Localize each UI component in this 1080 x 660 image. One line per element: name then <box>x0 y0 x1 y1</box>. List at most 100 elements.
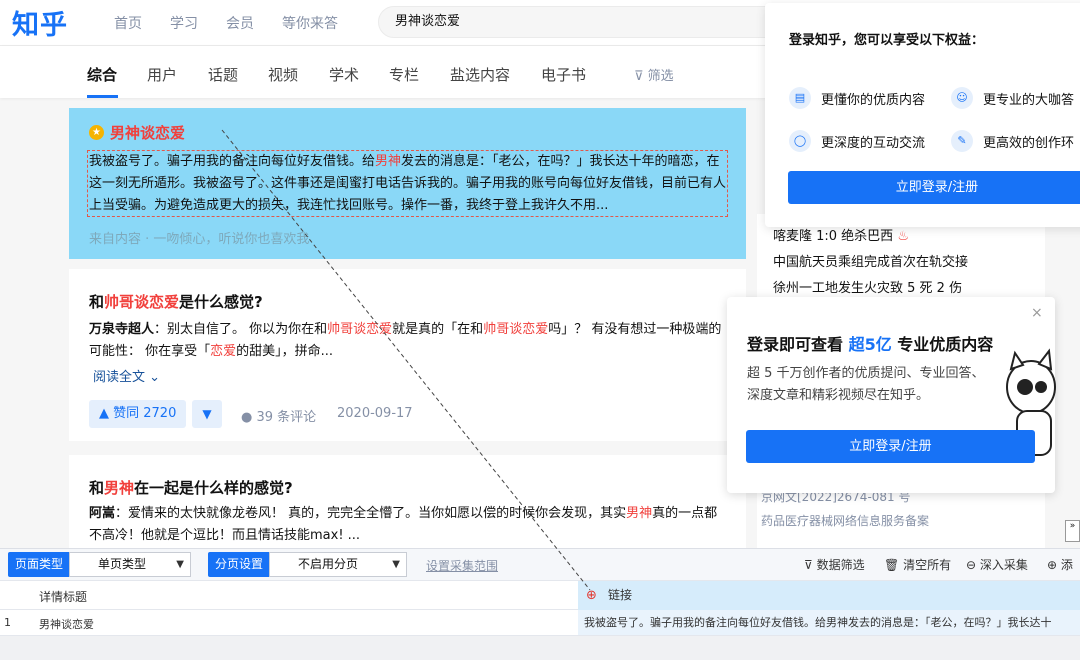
upvote-button[interactable]: ▲ 赞同 2720 <box>89 400 187 428</box>
filter-label: 筛选 <box>647 69 674 84</box>
page-type-value: 单页类型 <box>98 557 147 571</box>
question-title[interactable]: 和男神在一起是什么样的感觉? <box>89 477 293 498</box>
read-more-link[interactable]: 阅读全文 ⌄ <box>93 366 160 385</box>
tab-users[interactable]: 用户 <box>147 64 177 85</box>
question-title[interactable]: 和帅哥谈恋爱是什么感觉? <box>89 291 263 312</box>
funnel-icon: ⊽ <box>634 69 648 84</box>
benefit-label: 更专业的大咖答 <box>983 92 1075 108</box>
column-header-link[interactable]: ⊕ 链接 <box>578 581 1080 610</box>
comment-link[interactable]: ● 39 条评论 <box>241 406 316 425</box>
grid-empty-area <box>0 636 1080 660</box>
excerpt-text: 我被盗号了。骗子用我的备注向每位好友借钱。给 <box>89 154 376 169</box>
license-text[interactable]: 药品医疗器械网络信息服务备案 <box>761 512 929 529</box>
title-keyword: 帅哥谈恋爱 <box>104 293 180 311</box>
edit-icon: ✎ <box>951 130 973 152</box>
collector-toolbar: 页面类型 单页类型 ▼ 分页设置 不启用分页 ▼ 设置采集范围 ⊽ 数据筛选 🗑 清… <box>0 548 1080 580</box>
fire-icon: ♨ <box>897 229 909 244</box>
login-register-button[interactable]: 立即登录/注册 <box>788 171 1080 204</box>
tab-videos[interactable]: 视频 <box>268 64 298 85</box>
tab-ebooks[interactable]: 电子书 <box>541 64 586 85</box>
target-icon: ⊕ <box>586 588 597 603</box>
plus-circle-icon: ⊕ <box>1047 558 1061 572</box>
modal-title: 登录即可查看 超5亿 专业优质内容 <box>747 331 993 355</box>
paging-value: 不启用分页 <box>298 557 359 571</box>
data-grid-header: 详情标题 ⊕ 链接 <box>0 580 1080 610</box>
cell-link[interactable]: 我被盗号了。骗子用我的备注向每位好友借钱。给男神发去的消息是：「老公，在吗？」我… <box>578 610 1080 635</box>
hot-item[interactable]: 喀麦隆 1:0 绝杀巴西 ♨ <box>773 225 909 244</box>
excerpt-text: ：爱情来的太快就像龙卷风！ 真的，完完全全懵了。当你如愿以偿的时候你会发现，其实 <box>115 506 627 521</box>
highlighted-result-card[interactable]: ★ 男神谈恋爱 我被盗号了。骗子用我的备注向每位好友借钱。给男神发去的消息是：「… <box>69 108 746 259</box>
clear-all-button[interactable]: 🗑 清空所有 <box>884 556 951 573</box>
tool-label: 清空所有 <box>903 558 952 572</box>
title-text-rest: 在一起是什么样的感觉? <box>134 479 293 497</box>
modal-title-highlight: 超5亿 <box>848 335 892 354</box>
answer-excerpt[interactable]: 阿嵩：爱情来的太快就像龙卷风！ 真的，完完全全懵了。当你如愿以偿的时候你会发现，… <box>89 503 729 541</box>
excerpt-text: ：别太自信了。 你以为你在和 <box>154 322 328 337</box>
tab-academic[interactable]: 学术 <box>329 64 359 85</box>
dropdown-arrow-icon: ▼ <box>176 559 184 570</box>
collapse-icon[interactable]: » <box>1065 520 1080 542</box>
login-benefits-popup: 登录知乎，您可以享受以下权益： ▤ 更懂你的优质内容 ☺ 更专业的大咖答 ◯ 更深度的… <box>765 3 1080 227</box>
set-range-link[interactable]: 设置采集范围 <box>426 557 498 574</box>
nav-learn[interactable]: 学习 <box>170 13 198 33</box>
funnel-icon: ⊽ <box>804 558 817 572</box>
dropdown-arrow-icon: ▼ <box>392 559 400 570</box>
row-number: 1 <box>4 616 11 629</box>
hot-item[interactable]: 中国航天员乘组完成首次在轨交接 <box>773 251 968 270</box>
tab-all[interactable]: 综合 <box>87 64 117 85</box>
author-name[interactable]: 万泉寺超人 <box>89 322 154 337</box>
cell-title[interactable]: 男神谈恋爱 <box>39 616 94 632</box>
nav-vip[interactable]: 会员 <box>226 13 254 33</box>
close-icon[interactable]: × <box>1031 305 1043 321</box>
page-type-select[interactable]: 单页类型 ▼ <box>69 552 191 577</box>
benefit-label: 更懂你的优质内容 <box>821 92 926 108</box>
excerpt-keyword: 男神 <box>626 506 653 521</box>
login-prompt-modal: × 登录即可查看 超5亿 专业优质内容 超 5 千万创作者的优质提问、专业回答、… <box>727 297 1056 493</box>
excerpt-keyword: 帅哥谈恋爱 <box>327 322 393 337</box>
table-row[interactable]: 1 男神谈恋爱 我被盗号了。骗子用我的备注向每位好友借钱。给男神发去的消息是：「… <box>0 610 1080 636</box>
downvote-button[interactable]: ▼ <box>192 400 222 428</box>
tool-label: 添 <box>1060 558 1073 572</box>
star-icon: ★ <box>89 125 104 140</box>
modal-description: 超 5 千万创作者的优质提问、专业回答、深度文章和精彩视频尽在知乎。 <box>747 366 985 403</box>
modal-login-button[interactable]: 立即登录/注册 <box>746 430 1035 463</box>
excerpt-keyword: 帅哥谈恋爱 <box>483 322 549 337</box>
column-header-label: 链接 <box>608 588 633 602</box>
tool-label: 数据筛选 <box>816 558 865 572</box>
result-title-text: 男神谈恋爱 <box>110 124 186 142</box>
column-header-title[interactable]: 详情标题 <box>39 588 87 605</box>
benefit-item: ☺ 更专业的大咖答 <box>951 87 1074 109</box>
result-title[interactable]: ★ 男神谈恋爱 <box>89 122 185 143</box>
search-input[interactable]: 男神谈恋爱 <box>378 6 798 38</box>
chat-icon: ◯ <box>789 130 811 152</box>
question-card: 和男神在一起是什么样的感觉? 阿嵩：爱情来的太快就像龙卷风！ 真的，完完全全懵了… <box>69 455 746 548</box>
modal-title-text-rest: 专业优质内容 <box>891 335 994 354</box>
deep-collect-button[interactable]: ⊖ 深入采集 <box>966 556 1028 573</box>
result-source[interactable]: 来自内容 · 一吻倾心，听说你也喜欢我 <box>89 228 309 247</box>
trash-icon: 🗑 <box>884 558 904 572</box>
nav-home[interactable]: 首页 <box>114 13 142 33</box>
hot-item[interactable]: 徐州一工地发生火灾致 5 死 2 伤 <box>773 277 962 296</box>
tab-columns[interactable]: 专栏 <box>389 64 419 85</box>
title-text: 和 <box>89 293 105 311</box>
title-keyword: 男神 <box>104 479 135 497</box>
excerpt-text: 就是真的「在和 <box>392 322 484 337</box>
active-tab-indicator <box>87 95 118 98</box>
benefit-item: ▤ 更懂你的优质内容 <box>789 87 925 109</box>
benefit-item: ◯ 更深度的互动交流 <box>789 130 925 152</box>
paging-select[interactable]: 不启用分页 ▼ <box>269 552 407 577</box>
filter-button[interactable]: ⊽ 筛选 <box>634 65 674 84</box>
add-button[interactable]: ⊕ 添 <box>1047 556 1073 573</box>
author-name[interactable]: 阿嵩 <box>89 506 115 521</box>
page-type-label: 页面类型 <box>8 552 71 577</box>
nav-waiting-answer[interactable]: 等你来答 <box>282 13 338 33</box>
tab-salt[interactable]: 盐选内容 <box>450 64 510 85</box>
benefit-label: 更深度的互动交流 <box>821 135 926 151</box>
link-icon: ⊖ <box>966 558 980 572</box>
answer-date: 2020-09-17 <box>337 406 413 421</box>
data-filter-button[interactable]: ⊽ 数据筛选 <box>804 556 865 573</box>
answer-excerpt[interactable]: 万泉寺超人：别太自信了。 你以为你在和帅哥谈恋爱就是真的「在和帅哥谈恋爱吗」？ … <box>89 319 729 363</box>
zhihu-logo[interactable]: 知乎 <box>12 3 68 42</box>
selected-excerpt[interactable]: 我被盗号了。骗子用我的备注向每位好友借钱。给男神发去的消息是：「老公，在吗？」我… <box>87 150 728 217</box>
tab-topics[interactable]: 话题 <box>208 64 238 85</box>
